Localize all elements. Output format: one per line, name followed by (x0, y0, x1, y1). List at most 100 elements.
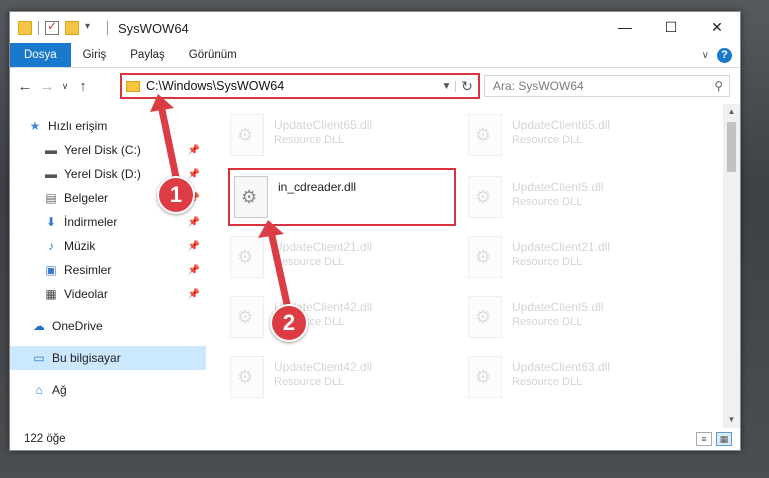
file-name: UpdateClient42.dll (274, 360, 373, 374)
file-type: Resource DLL (512, 134, 583, 146)
close-button[interactable]: ✕ (694, 12, 740, 42)
file-explorer-window: ▾ SysWOW64 — ☐ ✕ Dosya Giriş Paylaş Görü… (9, 11, 741, 451)
list-item[interactable]: UpdateClient21.dll Resource DLL (468, 236, 688, 288)
address-bar[interactable]: C:\Windows\SysWOW64 ▼ ↻ (120, 73, 480, 99)
sidebar-item-quick-access[interactable]: ★ Hızlı erişim (10, 114, 206, 138)
dll-file-icon (468, 296, 502, 338)
dll-file-icon (230, 114, 264, 156)
network-icon: ⌂ (35, 383, 43, 397)
tab-share[interactable]: Paylaş (118, 43, 177, 67)
file-type: Resource DLL (512, 316, 583, 328)
sidebar-item-label: Yerel Disk (C:) (64, 143, 141, 157)
folder-icon (18, 21, 32, 35)
scroll-down-icon[interactable]: ▼ (723, 412, 740, 428)
sidebar-item-label: İndirmeler (64, 215, 118, 229)
folder-icon (126, 80, 140, 92)
vertical-scrollbar[interactable]: ▲ ▼ (723, 104, 740, 428)
list-item[interactable]: UpdateClient5.dll Resource DLL (468, 296, 688, 348)
list-item[interactable]: UpdateClient65.dll Resource DLL (468, 114, 688, 166)
dll-file-icon (468, 176, 502, 218)
large-icons-view-icon[interactable]: ▦ (716, 432, 732, 446)
dll-file-icon (230, 296, 264, 338)
search-input[interactable]: Ara: SysWOW64 (493, 79, 714, 93)
address-row: ← → ∨ ↑ C:\Windows\SysWOW64 ▼ ↻ Ara: Sys… (10, 68, 740, 104)
file-name: UpdateClient5.dll (512, 300, 604, 314)
file-name: UpdateClient63.dll (512, 360, 611, 374)
sidebar-item-music[interactable]: ♪ Müzik 📌 (10, 234, 206, 258)
cloud-icon: ☁ (33, 319, 45, 333)
drive-icon: ▬ (45, 143, 57, 157)
pictures-icon: ▣ (45, 263, 57, 277)
scroll-up-icon[interactable]: ▲ (723, 104, 740, 120)
file-type: Resource DLL (512, 256, 583, 268)
item-count: 122 öğe (24, 433, 66, 445)
forward-button[interactable]: → (36, 78, 58, 95)
list-item[interactable]: UpdateClient21.dll Resource DLL (230, 236, 450, 288)
pin-icon: 📌 (187, 216, 200, 228)
file-name: UpdateClient5.dll (512, 180, 604, 194)
maximize-button[interactable]: ☐ (648, 12, 694, 42)
sidebar-item-network[interactable]: ⌂ Ağ (10, 378, 206, 402)
main-area: ★ Hızlı erişim ▬ Yerel Disk (C:) 📌 ▬ Yer… (10, 104, 740, 428)
tab-view[interactable]: Görünüm (177, 43, 249, 67)
title-bar: ▾ SysWOW64 — ☐ ✕ (10, 12, 740, 44)
pin-icon: 📌 (187, 264, 200, 276)
file-highlight-box (228, 168, 456, 226)
list-item[interactable]: UpdateClient63.dll Resource DLL (468, 356, 688, 408)
help-icon[interactable]: ? (717, 48, 732, 63)
file-name: UpdateClient65.dll (274, 118, 373, 132)
tab-home[interactable]: Giriş (71, 43, 119, 67)
sidebar-item-this-pc[interactable]: ▭ Bu bilgisayar (10, 346, 206, 370)
sidebar-item-label: Müzik (64, 239, 96, 253)
sidebar-item-label: Resimler (64, 263, 112, 277)
search-box[interactable]: Ara: SysWOW64 ⚲ (484, 75, 730, 97)
pin-icon: 📌 (187, 144, 200, 156)
sidebar-item-label: Videolar (64, 287, 108, 301)
new-folder-icon[interactable] (65, 21, 79, 35)
sidebar-item-label: Bu bilgisayar (52, 351, 121, 365)
window-controls: — ☐ ✕ (602, 12, 740, 42)
pin-icon: 📌 (187, 168, 200, 180)
file-type: Resource DLL (274, 134, 345, 146)
sidebar-item-label: Ağ (52, 383, 67, 397)
search-icon: ⚲ (714, 79, 723, 93)
callout-marker-1: 1 (157, 176, 195, 214)
computer-icon: ▭ (33, 351, 45, 365)
address-path[interactable]: C:\Windows\SysWOW64 (146, 79, 438, 93)
sidebar-item-disk-c[interactable]: ▬ Yerel Disk (C:) 📌 (10, 138, 206, 162)
dll-file-icon (230, 356, 264, 398)
list-item[interactable]: UpdateClient42.dllResource DLL (230, 356, 450, 408)
tab-file[interactable]: Dosya (10, 43, 71, 67)
window-title: SysWOW64 (118, 20, 189, 36)
download-icon: ⬇ (45, 215, 57, 229)
back-button[interactable]: ← (14, 78, 36, 95)
sidebar-item-onedrive[interactable]: ☁ OneDrive (10, 314, 206, 338)
drive-icon: ▬ (45, 167, 57, 181)
customize-toolbar-icon[interactable]: ▾ (85, 21, 99, 35)
sidebar-item-pictures[interactable]: ▣ Resimler 📌 (10, 258, 206, 282)
sidebar-item-videos[interactable]: ▦ Videolar 📌 (10, 282, 206, 306)
file-type: Resource DLL (512, 376, 583, 388)
file-type: Resource DLL (274, 256, 345, 268)
scroll-thumb[interactable] (727, 122, 736, 172)
details-view-icon[interactable]: ≡ (696, 432, 712, 446)
divider (107, 21, 108, 35)
expand-ribbon-icon[interactable]: ∨ (702, 50, 709, 61)
ribbon-right-controls: ∨ ? (702, 48, 732, 63)
properties-icon[interactable] (45, 19, 59, 35)
up-button[interactable]: ↑ (72, 78, 94, 95)
list-item[interactable]: UpdateClient5.dll Resource DLL (468, 176, 688, 228)
quick-access-toolbar: ▾ (10, 19, 99, 35)
file-name: UpdateClient65.dll (512, 118, 611, 132)
list-item[interactable]: UpdateClient65.dll Resource DLL (230, 114, 450, 166)
list-item[interactable]: UpdateClient42.dllResource DLL (230, 296, 450, 348)
minimize-button[interactable]: — (602, 12, 648, 42)
sidebar-item-label: Hızlı erişim (48, 119, 108, 133)
status-bar: 122 öğe ≡ ▦ (10, 428, 740, 450)
recent-locations-button[interactable]: ∨ (58, 81, 72, 92)
refresh-button[interactable]: ↻ (456, 78, 478, 95)
chevron-down-icon[interactable]: ▼ (438, 80, 456, 92)
dll-file-icon (468, 114, 502, 156)
